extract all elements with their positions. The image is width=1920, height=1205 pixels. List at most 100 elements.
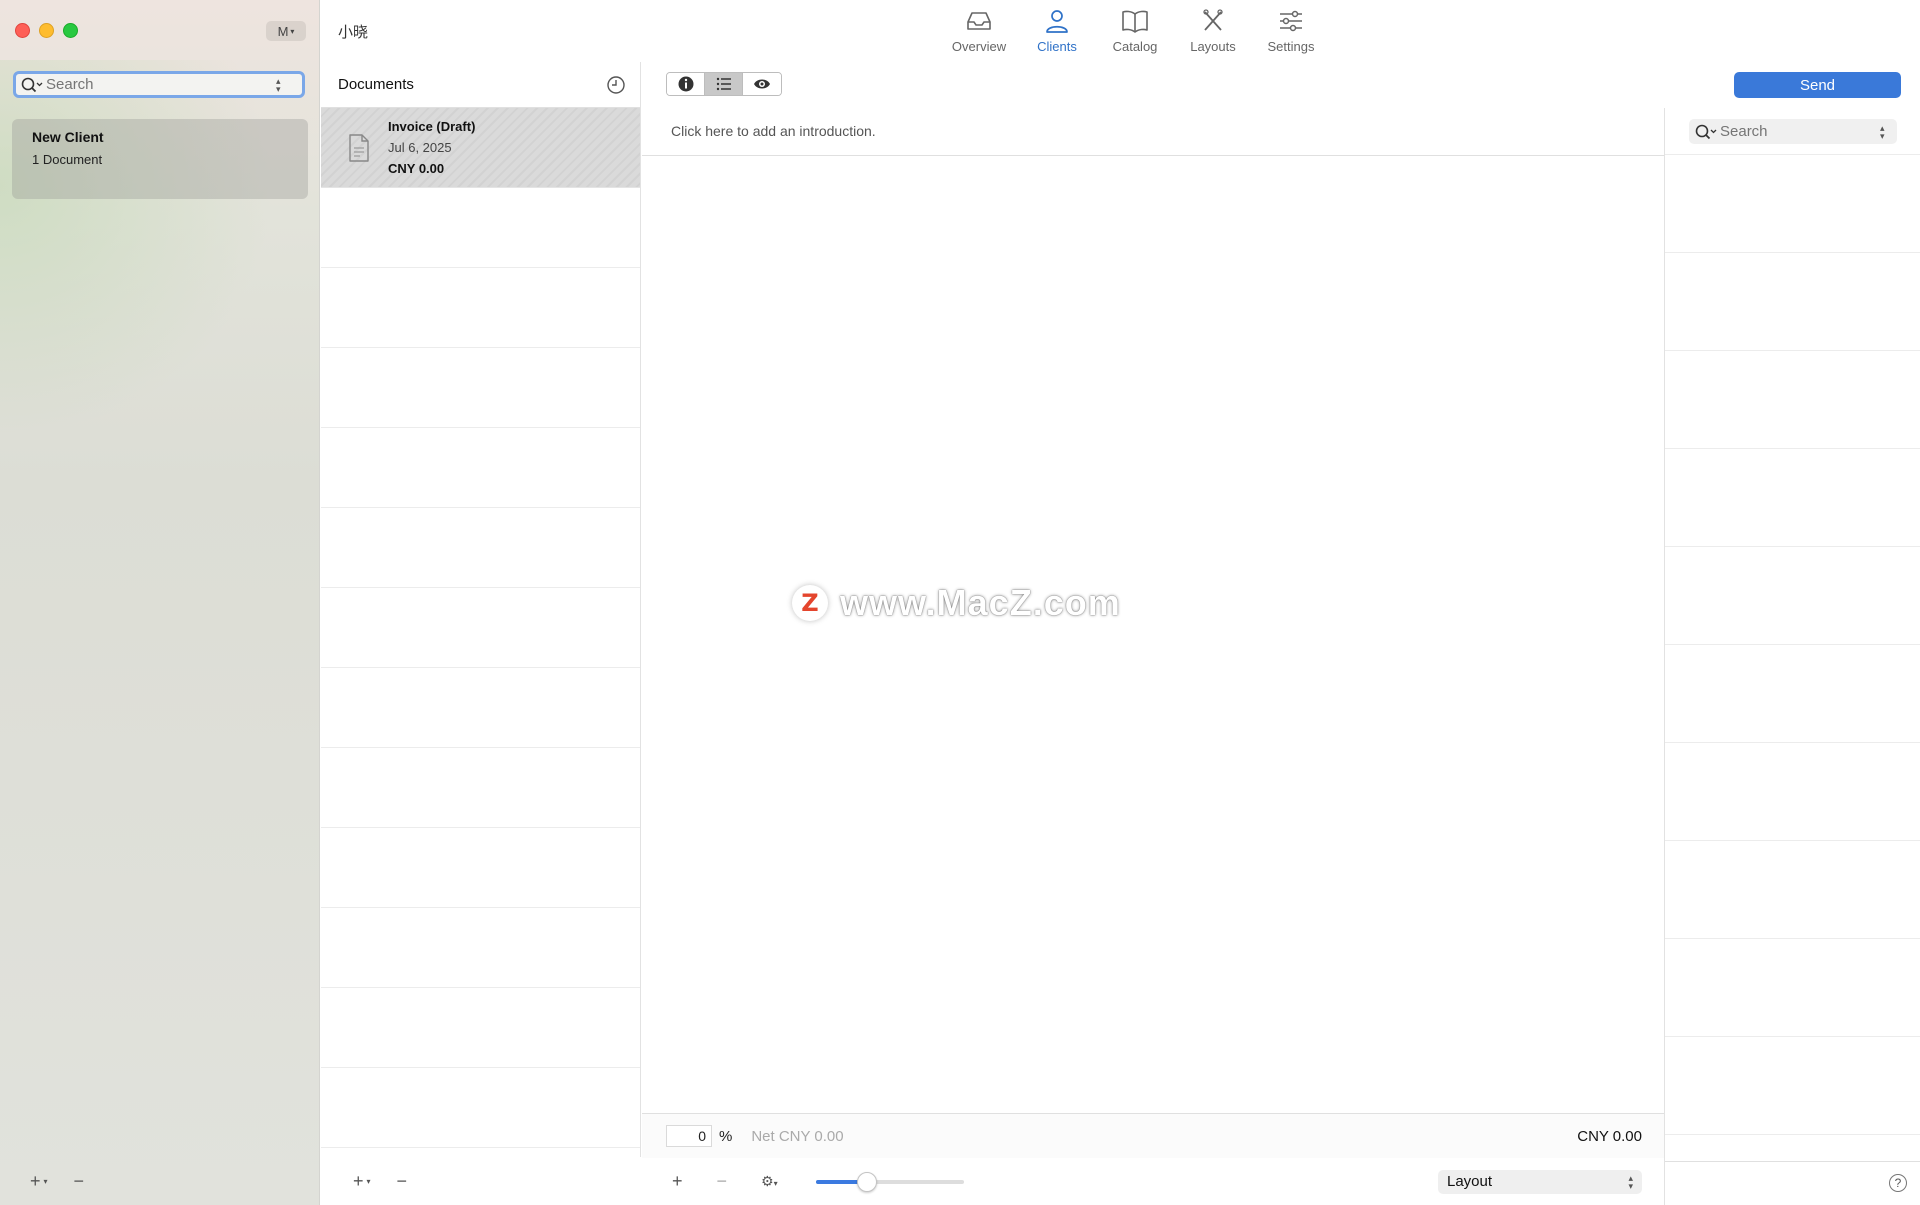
catalog-list (1665, 154, 1920, 1205)
document-date: Jul 6, 2025 (388, 140, 452, 155)
gear-icon[interactable]: ⚙▾ (761, 1173, 778, 1190)
watermark-logo: Z (792, 585, 828, 621)
tab-clients-label: Clients (1037, 39, 1077, 54)
documents-footer: + ▾ − (321, 1157, 641, 1205)
scissors-ruler-icon (1203, 9, 1223, 31)
empty-row (321, 828, 640, 908)
search-scope-stepper-icon[interactable]: ▴ ▾ (1880, 123, 1885, 140)
net-total: Net CNY 0.00 (751, 1127, 844, 1145)
tab-layouts[interactable]: Layouts (1174, 8, 1252, 54)
document-amount: CNY 0.00 (388, 161, 445, 176)
search-icon (1695, 124, 1717, 139)
client-search-input[interactable] (46, 76, 276, 93)
empty-row (321, 588, 640, 668)
tray-icon (967, 12, 991, 30)
empty-row (321, 748, 640, 828)
percent-sign: % (719, 1127, 733, 1145)
empty-row (321, 348, 640, 428)
remove-item-button[interactable]: − (717, 1171, 728, 1192)
grand-total: CNY 0.00 (1577, 1127, 1642, 1145)
document-list-item[interactable]: Invoice (Draft) Jul 6, 2025 CNY 0.00 (321, 108, 640, 188)
catalog-row (1665, 448, 1920, 546)
catalog-row (1665, 742, 1920, 840)
main-toolbar: Overview Clients Catalog Layouts Setting… (940, 8, 1330, 54)
tab-layouts-label: Layouts (1190, 39, 1236, 54)
help-icon[interactable]: ? (1889, 1174, 1907, 1192)
catalog-search-field[interactable]: ▴▾ (1689, 119, 1897, 144)
document-icon (349, 133, 369, 162)
close-window-button[interactable] (15, 23, 30, 38)
empty-row (321, 908, 640, 988)
totals-bar: 0 % Net CNY 0.00 CNY 0.00 (642, 1113, 1664, 1158)
tab-overview[interactable]: Overview (940, 8, 1018, 54)
chevron-up-down-icon: ▴ ▾ (1628, 1172, 1633, 1191)
tab-settings[interactable]: Settings (1252, 8, 1330, 54)
client-name: New Client (32, 129, 104, 145)
eye-icon (754, 79, 770, 89)
catalog-row (1665, 1036, 1920, 1134)
catalog-search-input[interactable] (1720, 123, 1880, 140)
empty-row (321, 508, 640, 588)
preview-button[interactable] (743, 73, 781, 95)
remove-client-button[interactable]: − (74, 1171, 85, 1192)
client-document-count: 1 Document (32, 152, 103, 167)
documents-panel: Documents Invoice (Draft) Jul 6, 2025 CN… (321, 62, 641, 1205)
account-menu-button[interactable]: M ▾ (266, 21, 306, 41)
window-title: 小晓 (338, 24, 369, 41)
document-editor: Click here to add an introduction. 0 % N… (642, 62, 1664, 1205)
send-button[interactable]: Send (1734, 72, 1901, 98)
tab-settings-label: Settings (1267, 39, 1315, 54)
catalog-footer: ? (1665, 1161, 1920, 1205)
empty-row (321, 268, 640, 348)
empty-row (321, 1068, 640, 1148)
chevron-down-icon: ▾ (290, 26, 295, 36)
info-view-button[interactable] (667, 73, 705, 95)
person-icon (1046, 10, 1068, 33)
document-title: Invoice (Draft) (388, 119, 476, 134)
discount-percent-input[interactable]: 0 (666, 1125, 712, 1147)
documents-title: Documents (338, 76, 414, 93)
catalog-row (1665, 350, 1920, 448)
add-item-button[interactable]: + (672, 1171, 683, 1192)
watermark: Z www.MacZ.com (792, 582, 1121, 624)
tab-overview-label: Overview (951, 39, 1007, 54)
empty-row (321, 188, 640, 268)
catalog-panel: ▴▾ ? (1664, 108, 1920, 1205)
editor-view-segmented-control (666, 72, 782, 96)
account-menu-label: M (277, 23, 289, 39)
catalog-row (1665, 252, 1920, 350)
add-document-button[interactable]: + ▾ (353, 1171, 371, 1192)
zoom-slider[interactable] (815, 1171, 964, 1192)
add-client-button[interactable]: + ▾ (30, 1171, 48, 1192)
book-icon (1122, 10, 1148, 33)
zoom-window-button[interactable] (63, 23, 78, 38)
layout-select[interactable]: Layout ▴ ▾ (1438, 1169, 1642, 1194)
tab-catalog-label: Catalog (1112, 39, 1158, 54)
tab-clients[interactable]: Clients (1018, 8, 1096, 54)
empty-row (321, 668, 640, 748)
documents-header: Documents (321, 62, 640, 108)
search-scope-stepper-icon[interactable]: ▴ ▾ (276, 76, 281, 93)
document-text: Invoice (Draft) Jul 6, 2025 CNY 0.00 (388, 119, 475, 176)
clock-icon[interactable] (606, 75, 626, 95)
zoom-slider-handle[interactable] (857, 1171, 878, 1192)
catalog-row (1665, 644, 1920, 742)
chevron-down-icon: ▾ (43, 1176, 48, 1186)
sliders-icon (1280, 10, 1302, 32)
introduction-field[interactable]: Click here to add an introduction. (642, 108, 1664, 156)
remove-document-button[interactable]: − (397, 1171, 408, 1192)
catalog-row (1665, 154, 1920, 252)
search-icon (21, 77, 43, 92)
catalog-row (1665, 546, 1920, 644)
empty-row (321, 988, 640, 1068)
info-icon (678, 76, 693, 92)
empty-row (321, 428, 640, 508)
tab-catalog[interactable]: Catalog (1096, 8, 1174, 54)
sidebar: M ▾ ▴▾ New Client 1 Document +▾ − (0, 0, 320, 1205)
minimize-window-button[interactable] (39, 23, 54, 38)
list-icon (716, 77, 731, 91)
editor-footer: + − ⚙▾ Layout ▴ ▾ (642, 1158, 1664, 1205)
client-list-item[interactable]: New Client 1 Document (12, 119, 308, 199)
client-search-field[interactable]: ▴▾ (13, 71, 305, 98)
list-view-button[interactable] (705, 73, 743, 95)
